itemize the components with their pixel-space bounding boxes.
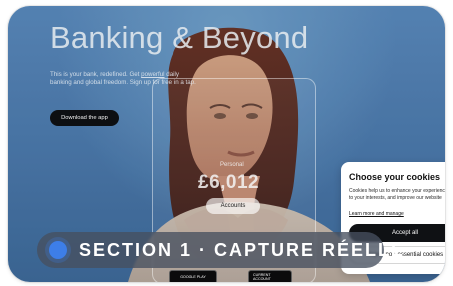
cookie-learn-more-link[interactable]: Learn more and manage xyxy=(349,211,404,217)
account-type-label: Personal xyxy=(220,162,244,168)
cookie-description: Cookies help us to enhance your experien… xyxy=(349,188,445,201)
store-badge-google-play[interactable]: GOOGLE PLAY xyxy=(169,270,217,282)
hero-headline: Banking & Beyond xyxy=(50,20,309,55)
section-overlay-pill: SECTION 1 · CAPTURE RÉELLE xyxy=(37,232,403,268)
screenshot-frame: Banking & Beyond This is your bank, rede… xyxy=(8,6,445,282)
account-balance: £6,012 xyxy=(198,172,260,193)
cookie-title: Choose your cookies xyxy=(349,172,441,182)
section-dot-icon xyxy=(49,241,67,259)
hero-subtext-prefix: This is your bank, redefined. Get xyxy=(50,71,142,78)
section-label: SECTION 1 · CAPTURE RÉELLE xyxy=(79,239,406,260)
store-badge-current-account[interactable]: CURRENT ACCOUNT xyxy=(248,270,292,282)
download-app-button[interactable]: Download the app xyxy=(50,110,119,126)
hero-subtext-link[interactable]: powerful xyxy=(141,71,164,78)
accounts-button[interactable]: Accounts xyxy=(206,198,260,214)
